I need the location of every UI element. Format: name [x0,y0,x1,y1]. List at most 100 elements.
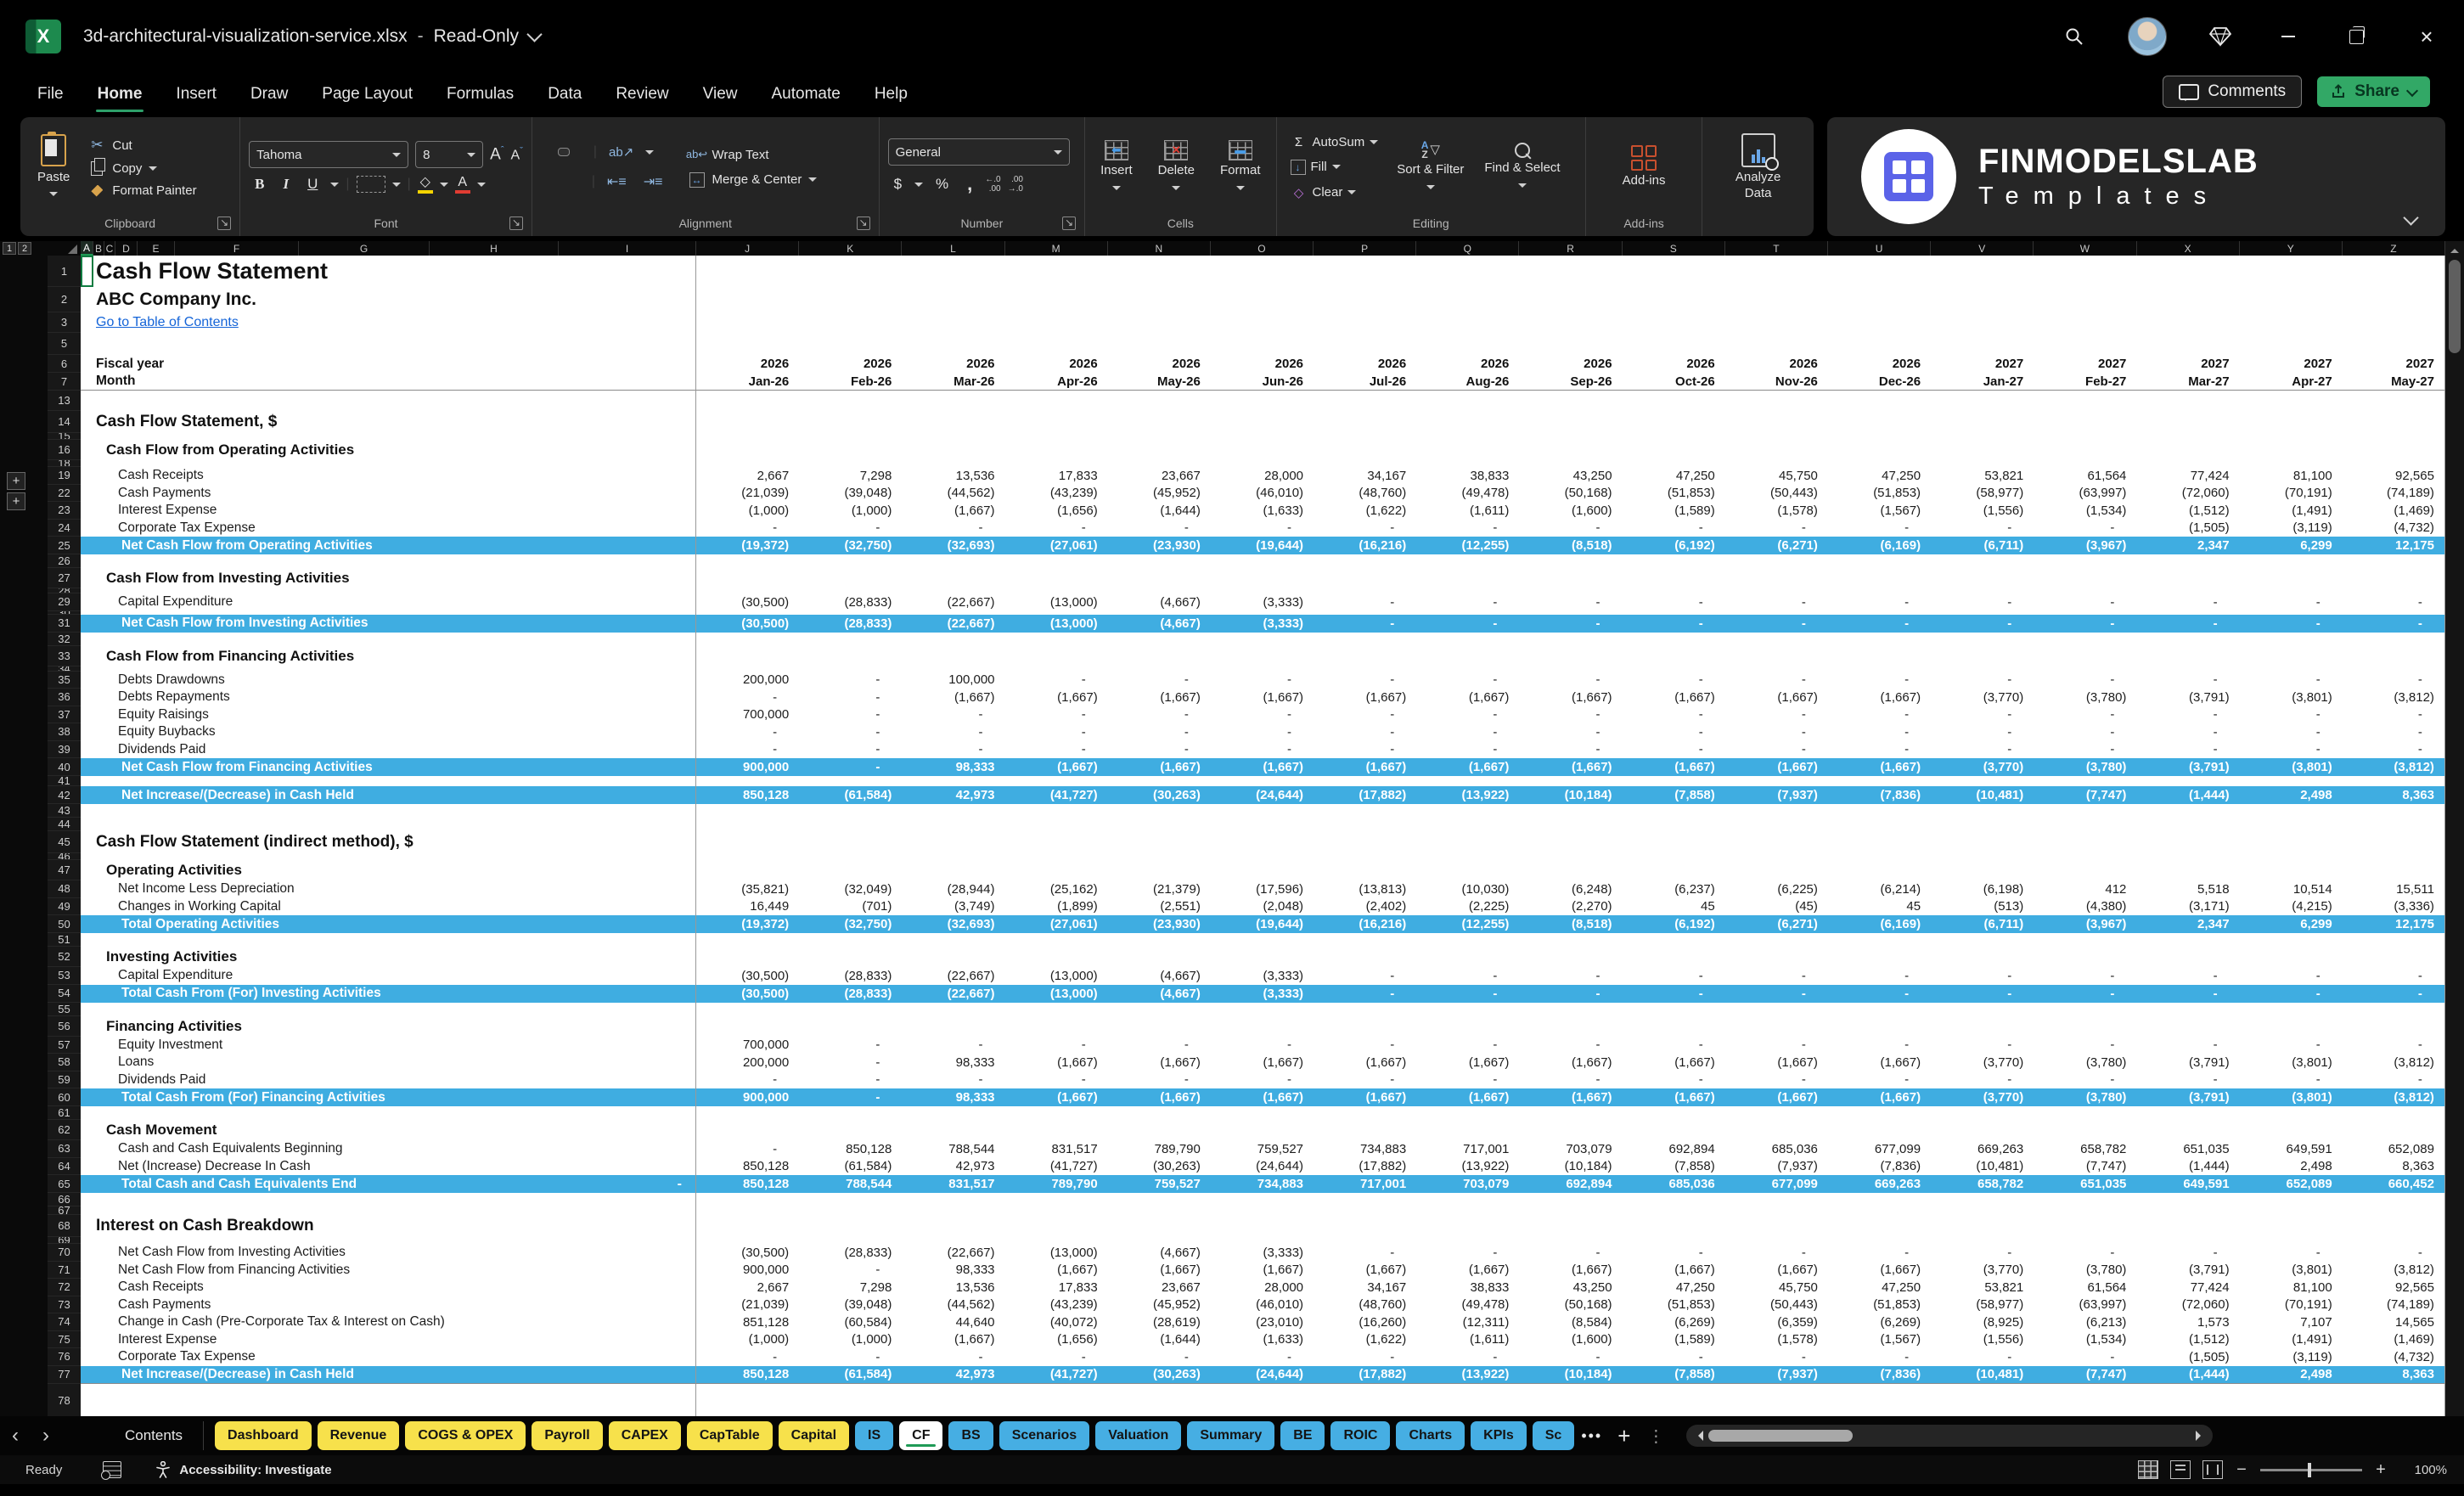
cell-V53[interactable]: - [1931,967,2034,985]
row-number-50[interactable]: 50 [48,915,81,933]
cell-J74[interactable]: 851,128 [696,1313,799,1331]
underline-button[interactable]: U [301,175,323,194]
row-number-36[interactable]: 36 [48,689,81,706]
cell-X74[interactable]: 1,573 [2136,1313,2239,1331]
cell-L39[interactable]: - [902,741,1004,759]
cell-S36[interactable]: (1,667) [1623,689,1725,706]
cell-L75[interactable]: (1,667) [902,1331,1004,1349]
cell-X38[interactable]: - [2136,723,2239,741]
normal-view-button[interactable] [2138,1460,2158,1479]
cell-O65[interactable]: 734,883 [1211,1175,1314,1193]
cell-P70[interactable]: - [1314,1244,1416,1262]
cell-T77[interactable]: (7,937) [1725,1366,1828,1384]
cell-Z54[interactable]: - [2343,985,2445,1003]
cell-R29[interactable]: - [1519,593,1622,611]
cell-Y64[interactable]: 2,498 [2240,1158,2343,1176]
cell-Q35[interactable]: - [1416,672,1519,689]
cell-P71[interactable]: (1,667) [1314,1262,1416,1279]
cell-Z72[interactable]: 92,565 [2343,1279,2445,1296]
cell-K38[interactable]: - [799,723,902,741]
cell-Z37[interactable]: - [2343,706,2445,724]
vertical-scrollbar-thumb[interactable] [2449,260,2461,353]
cell-U72[interactable]: 47,250 [1828,1279,1931,1296]
cell-T53[interactable]: - [1725,967,1828,985]
cell-Y72[interactable]: 81,100 [2240,1279,2343,1296]
cell-K70[interactable]: (28,833) [799,1244,902,1262]
cell-W40[interactable]: (3,780) [2034,758,2136,776]
cell-O64[interactable]: (24,644) [1211,1158,1314,1176]
wrap-text-button[interactable]: ab↩Wrap Text [685,146,821,164]
sheet-tab-dashboard[interactable]: Dashboard [215,1421,312,1450]
cell-P19[interactable]: 34,167 [1314,467,1416,485]
cell-L60[interactable]: 98,333 [902,1088,1004,1106]
cell-K64[interactable]: (61,584) [799,1158,902,1176]
cell-W63[interactable]: 658,782 [2034,1140,2136,1158]
cell-W74[interactable]: (6,213) [2034,1313,2136,1331]
sheet-tab-contents[interactable]: Contents [112,1421,204,1450]
cell-Q49[interactable]: (2,225) [1416,898,1519,916]
cell-T64[interactable]: (7,937) [1725,1158,1828,1176]
cell-W49[interactable]: (4,380) [2034,898,2136,916]
row-number-37[interactable]: 37 [48,706,81,724]
cell-S63[interactable]: 692,894 [1623,1140,1725,1158]
cell-N63[interactable]: 789,790 [1108,1140,1211,1158]
menu-item-draw[interactable]: Draw [237,78,301,110]
cell-U50[interactable]: (6,169) [1828,915,1931,933]
cell-Z73[interactable]: (74,189) [2343,1296,2445,1314]
row-number-43[interactable]: 43 [48,804,81,818]
cell-S40[interactable]: (1,667) [1623,758,1725,776]
cell-R70[interactable]: - [1519,1244,1622,1262]
align-left-button[interactable] [541,178,551,185]
cell-U24[interactable]: - [1828,520,1931,537]
cell-K48[interactable]: (32,049) [799,880,902,898]
cell-K72[interactable]: 7,298 [799,1279,902,1296]
cell-P7[interactable]: Jul-26 [1314,373,1416,391]
accounting-format-button[interactable]: $ [888,175,908,194]
cell-V38[interactable]: - [1931,723,2034,741]
percent-format-button[interactable]: % [930,175,954,194]
zoom-slider[interactable] [2260,1469,2362,1471]
sheet-tab-sc[interactable]: Sc [1533,1421,1575,1450]
copy-button[interactable]: Copy [85,160,200,177]
cell-W70[interactable]: - [2034,1244,2136,1262]
cell-U76[interactable]: - [1828,1348,1931,1366]
sheet-tab-be[interactable]: BE [1280,1421,1325,1450]
row-number-71[interactable]: 71 [48,1262,81,1279]
cell-K74[interactable]: (60,584) [799,1313,902,1331]
tabs-scroll-left-button[interactable]: ‹ [0,1424,31,1448]
more-tabs-button[interactable]: ••• [1574,1427,1609,1445]
borders-button[interactable] [357,176,385,193]
cell-S29[interactable]: - [1623,593,1725,611]
cell-K49[interactable]: (701) [799,898,902,916]
cell-K25[interactable]: (32,750) [799,537,902,554]
cell-R77[interactable]: (10,184) [1519,1366,1622,1384]
cell-O50[interactable]: (19,644) [1211,915,1314,933]
menu-item-page-layout[interactable]: Page Layout [308,78,426,110]
cell-N58[interactable]: (1,667) [1108,1054,1211,1071]
cell-U31[interactable]: - [1828,615,1931,633]
row-number-18[interactable]: 18 [48,460,81,467]
cell-X75[interactable]: (1,512) [2136,1331,2239,1349]
cell-W37[interactable]: - [2034,706,2136,724]
cell-M59[interactable]: - [1005,1071,1108,1089]
premium-diamond-icon[interactable] [2206,22,2235,51]
cell-P65[interactable]: 717,001 [1314,1175,1416,1193]
cell-Y48[interactable]: 10,514 [2240,880,2343,898]
cell-M77[interactable]: (41,727) [1005,1366,1108,1384]
cell-N54[interactable]: (4,667) [1108,985,1211,1003]
cell-W39[interactable]: - [2034,741,2136,759]
number-dialog-launcher[interactable]: ↘ [1062,217,1076,230]
column-header-K[interactable]: K [799,241,902,256]
sheet-tab-charts[interactable]: Charts [1396,1421,1465,1450]
cell-N31[interactable]: (4,667) [1108,615,1211,633]
cell-V6[interactable]: 2027 [1931,355,2034,373]
column-header-Q[interactable]: Q [1416,241,1519,256]
cell-X7[interactable]: Mar-27 [2136,373,2239,391]
cell-U64[interactable]: (7,836) [1828,1158,1931,1176]
font-size-select[interactable]: 8 [415,141,483,168]
cell-N75[interactable]: (1,644) [1108,1331,1211,1349]
cell-W25[interactable]: (3,967) [2034,537,2136,554]
cell-O76[interactable]: - [1211,1348,1314,1366]
cell-T7[interactable]: Nov-26 [1725,373,1828,391]
cell-Q58[interactable]: (1,667) [1416,1054,1519,1071]
